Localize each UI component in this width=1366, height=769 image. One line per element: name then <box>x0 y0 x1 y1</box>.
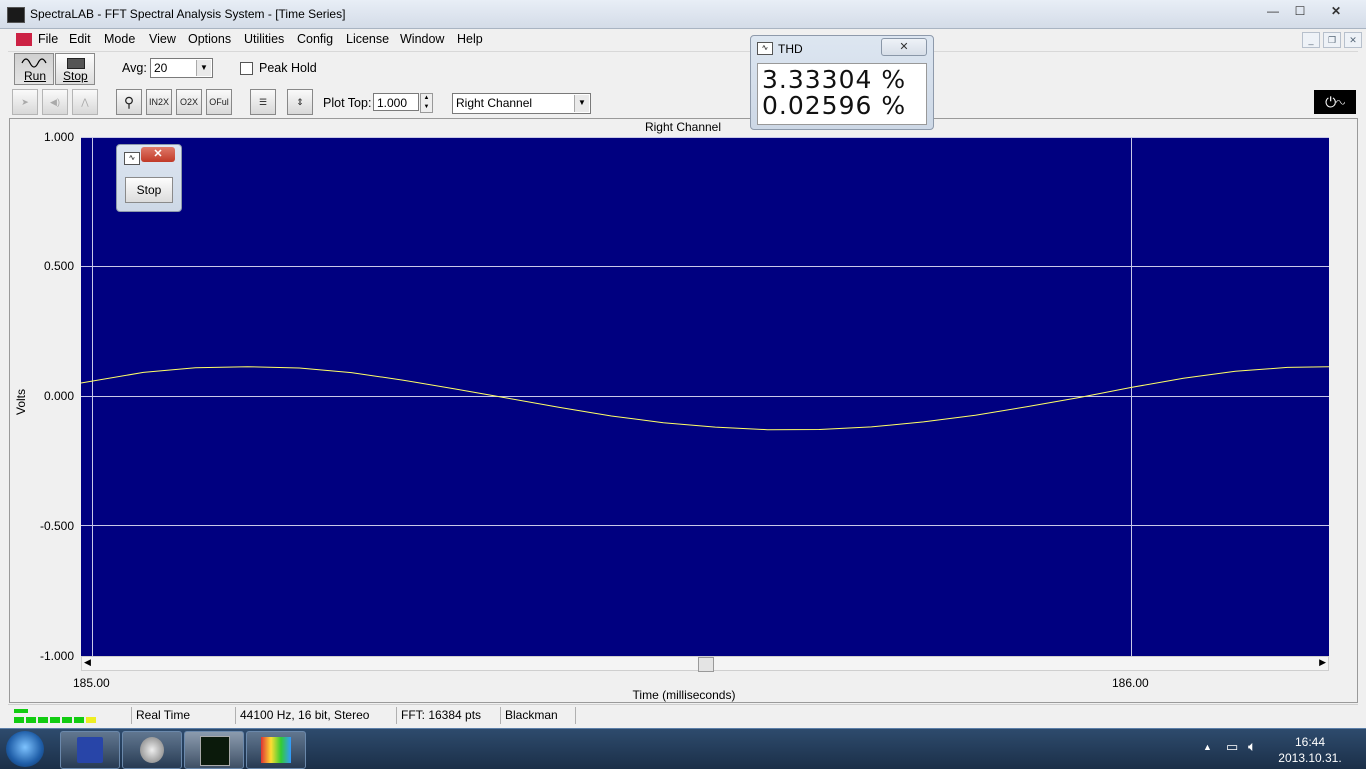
menu-options[interactable]: Options <box>188 32 231 46</box>
tray-arrow-icon[interactable]: ▲ <box>1203 742 1212 752</box>
mdi-minimize-button[interactable]: _ <box>1302 32 1320 48</box>
title-bar: SpectraLAB - FFT Spectral Analysis Syste… <box>0 0 1366 29</box>
film-icon <box>261 737 291 763</box>
avg-select[interactable]: 20 ▼ <box>150 58 213 78</box>
y-tick-label: 0.500 <box>43 259 74 273</box>
x-tick-label: 186.00 <box>1112 676 1149 690</box>
zoom-out-full-icon[interactable]: OFul <box>206 89 232 115</box>
scroll-thumb[interactable] <box>698 657 714 672</box>
pointer-icon[interactable]: ➤ <box>12 89 38 115</box>
peak-hold-label: Peak Hold <box>259 61 317 75</box>
app-icon <box>7 7 25 23</box>
maximize-button[interactable]: ☐ <box>1287 2 1313 20</box>
spectralab-icon <box>200 736 230 766</box>
scroll-left-icon[interactable]: ◀ <box>84 657 91 668</box>
speaker-icon[interactable]: ◀) <box>42 89 68 115</box>
channel-select[interactable]: Right Channel ▼ <box>452 93 591 114</box>
taskbar: ▲ ▭ 🔈︎ 16:44 2013.10.31. <box>0 728 1366 769</box>
menu-file[interactable]: File <box>38 32 58 46</box>
document-icon[interactable] <box>16 33 32 46</box>
y-tick-label: -1.000 <box>39 649 74 663</box>
menu-edit[interactable]: Edit <box>69 32 91 46</box>
thd-display: 3.33304 % 0.02596 % <box>757 63 927 125</box>
clock-time: 16:44 <box>1294 735 1326 749</box>
horizontal-scrollbar[interactable]: ◀ ▶ <box>81 656 1329 672</box>
taskbar-app-speaker[interactable] <box>122 731 182 769</box>
thd-value: 0.02596 % <box>762 91 907 120</box>
menu-window[interactable]: Window <box>400 32 444 46</box>
taskbar-app-save[interactable] <box>60 731 120 769</box>
spectralab-logo-icon: ⏻∿ <box>1314 90 1356 114</box>
status-fft: FFT: 16384 pts <box>396 707 497 724</box>
y-tick-label: 0.000 <box>43 389 74 403</box>
stop-icon <box>67 58 85 69</box>
x-axis-label: Time (milliseconds) <box>632 688 736 702</box>
status-window: Blackman <box>500 707 576 724</box>
menu-license[interactable]: License <box>346 32 389 46</box>
menu-help[interactable]: Help <box>457 32 483 46</box>
menu-utilities[interactable]: Utilities <box>244 32 284 46</box>
peak-icon[interactable]: ⋀ <box>72 89 98 115</box>
plot-top-input[interactable]: 1.000 <box>373 93 419 111</box>
menu-bar: File Edit Mode View Options Utilities Co… <box>8 29 1362 52</box>
mini-stop-button[interactable]: Stop <box>125 177 173 203</box>
sine-wave-icon <box>21 58 47 68</box>
thd-window[interactable]: ∿ THD ✕ 3.33304 % 0.02596 % <box>750 35 934 130</box>
y-tick-label: -0.500 <box>39 519 74 533</box>
taskbar-app-video[interactable] <box>246 731 306 769</box>
minimize-button[interactable]: — <box>1260 2 1286 20</box>
zoom-icon[interactable]: ⚲ <box>116 89 142 115</box>
floppy-icon <box>77 737 103 763</box>
scroll-right-icon[interactable]: ▶ <box>1319 657 1326 668</box>
taskbar-app-spectralab[interactable] <box>184 731 244 769</box>
close-button[interactable]: ✕ <box>1314 2 1358 20</box>
stop-label: Stop <box>63 69 88 83</box>
plot-top-spinner[interactable]: ▲ ▼ <box>420 93 433 113</box>
plot-title: Right Channel <box>644 120 722 134</box>
y-tick-label: 1.000 <box>43 130 74 144</box>
waveform-icon: ∿ <box>757 42 773 55</box>
status-format: 44100 Hz, 16 bit, Stereo <box>235 707 392 724</box>
mdi-restore-button[interactable]: ❐ <box>1323 32 1341 48</box>
plot-area[interactable] <box>81 137 1329 656</box>
status-mode: Real Time <box>131 707 230 724</box>
start-button[interactable] <box>6 731 44 767</box>
menu-view[interactable]: View <box>149 32 176 46</box>
menu-mode[interactable]: Mode <box>104 32 135 46</box>
zoom-in-2x-icon[interactable]: IN2X <box>146 89 172 115</box>
channel-value: Right Channel <box>456 96 533 110</box>
mini-control-window[interactable]: ∿ ✕ Stop <box>116 144 182 212</box>
clock[interactable]: 16:44 2013.10.31. <box>1270 734 1350 766</box>
thd-value: 3.33304 % <box>762 65 907 94</box>
chevron-down-icon[interactable]: ▼ <box>196 60 211 76</box>
chevron-down-icon[interactable]: ▼ <box>574 95 589 112</box>
run-button[interactable]: Run <box>14 53 54 85</box>
thd-close-button[interactable]: ✕ <box>881 38 927 56</box>
window-title: SpectraLAB - FFT Spectral Analysis Syste… <box>30 7 346 21</box>
x-tick-label: 185.00 <box>73 676 110 690</box>
zoom-out-2x-icon[interactable]: O2X <box>176 89 202 115</box>
thd-title: THD <box>778 42 803 56</box>
plot-top-label: Plot Top: <box>323 96 372 110</box>
mdi-close-button[interactable]: ✕ <box>1344 32 1362 48</box>
run-label: Run <box>24 69 47 83</box>
peak-hold-checkbox[interactable] <box>240 62 253 75</box>
status-bar: Real Time 44100 Hz, 16 bit, Stereo FFT: … <box>8 704 1358 726</box>
signal-line <box>81 366 1329 431</box>
waveform-icon: ∿ <box>124 152 140 165</box>
scale-icon[interactable]: ⇕ <box>287 89 313 115</box>
avg-label: Avg: <box>122 61 147 75</box>
avg-value: 20 <box>154 61 168 75</box>
menu-config[interactable]: Config <box>297 32 333 46</box>
network-icon[interactable]: ▭ <box>1226 739 1238 755</box>
stop-button[interactable]: Stop <box>55 53 95 85</box>
level-meter <box>12 707 128 723</box>
settings-panel-icon[interactable]: ☰ <box>250 89 276 115</box>
clock-date: 2013.10.31. <box>1278 751 1342 765</box>
mini-close-button[interactable]: ✕ <box>141 147 175 162</box>
speaker-icon <box>140 737 164 763</box>
signal-trace <box>81 366 1329 431</box>
volume-icon[interactable]: 🔈︎ <box>1248 738 1256 755</box>
